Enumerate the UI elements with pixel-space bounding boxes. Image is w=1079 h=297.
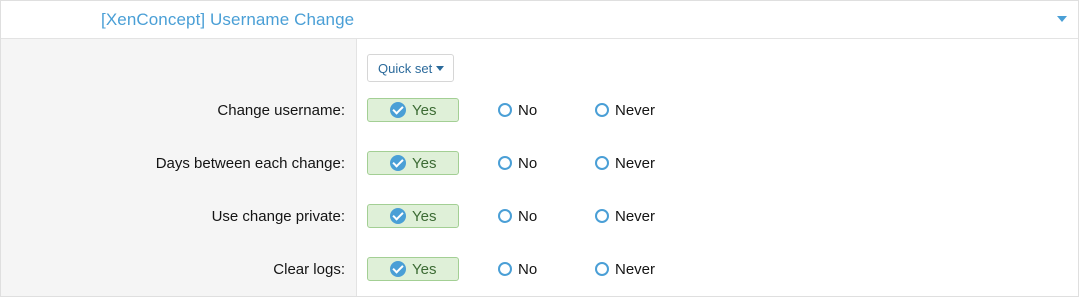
option-yes-label: Yes: [412, 260, 437, 278]
radio-icon: [498, 209, 512, 223]
permission-label: Change username:: [217, 102, 345, 119]
option-no[interactable]: No: [498, 151, 537, 175]
caret-down-icon: [436, 65, 445, 71]
panel-header[interactable]: [XenConcept] Username Change: [1, 1, 1078, 39]
permission-row-change-username: Change username: Yes No Never: [1, 98, 1078, 124]
radio-icon: [498, 262, 512, 276]
option-yes-label: Yes: [412, 101, 437, 119]
check-circle-icon: [390, 102, 406, 118]
option-no-label: No: [518, 260, 538, 278]
option-yes-label: Yes: [412, 207, 437, 225]
option-never[interactable]: Never: [595, 98, 655, 122]
radio-icon: [595, 209, 609, 223]
check-circle-icon: [390, 208, 406, 224]
option-no[interactable]: No: [498, 98, 537, 122]
radio-icon: [595, 262, 609, 276]
permission-row-days-between-change: Days between each change: Yes No Never: [1, 151, 1078, 177]
option-yes[interactable]: Yes: [367, 151, 459, 175]
check-circle-icon: [390, 261, 406, 277]
permission-label: Days between each change:: [155, 155, 345, 172]
option-never[interactable]: Never: [595, 257, 655, 281]
check-circle-icon: [390, 155, 406, 171]
option-never[interactable]: Never: [595, 204, 655, 228]
permission-label: Use change private:: [211, 208, 345, 225]
option-yes-label: Yes: [412, 154, 437, 172]
radio-icon: [498, 156, 512, 170]
option-never-label: Never: [615, 260, 656, 278]
permission-row-use-change-private: Use change private: Yes No Never: [1, 204, 1078, 230]
option-yes[interactable]: Yes: [367, 257, 459, 281]
option-yes[interactable]: Yes: [367, 204, 459, 228]
quick-set-button[interactable]: Quick set: [367, 54, 455, 82]
option-never[interactable]: Never: [595, 151, 655, 175]
option-no-label: No: [518, 207, 538, 225]
permission-row-clear-logs: Clear logs: Yes No Never: [1, 257, 1078, 283]
option-no-label: No: [518, 101, 538, 119]
radio-icon: [498, 103, 512, 117]
permission-label: Clear logs:: [273, 261, 345, 278]
option-yes[interactable]: Yes: [367, 98, 459, 122]
collapse-caret-icon[interactable]: [1057, 16, 1067, 22]
option-never-label: Never: [615, 154, 656, 172]
permission-group-panel: [XenConcept] Username Change Quick set C…: [0, 0, 1079, 297]
option-never-label: Never: [615, 101, 656, 119]
option-never-label: Never: [615, 207, 656, 225]
panel-title[interactable]: [XenConcept] Username Change: [101, 10, 354, 30]
option-no[interactable]: No: [498, 257, 537, 281]
quick-set-label: Quick set: [378, 60, 433, 76]
option-no[interactable]: No: [498, 204, 537, 228]
radio-icon: [595, 103, 609, 117]
radio-icon: [595, 156, 609, 170]
option-no-label: No: [518, 154, 538, 172]
